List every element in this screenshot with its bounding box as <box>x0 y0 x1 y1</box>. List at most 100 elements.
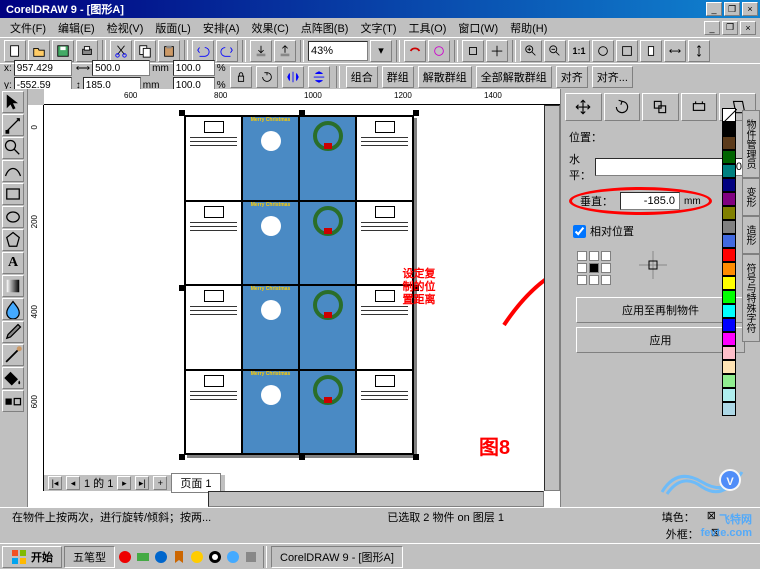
snap-button[interactable] <box>462 40 484 62</box>
color-swatch[interactable] <box>722 164 736 178</box>
copy-button[interactable] <box>134 40 156 62</box>
color-swatch[interactable] <box>722 206 736 220</box>
fill-tool[interactable] <box>2 367 24 389</box>
width-field[interactable] <box>92 60 150 76</box>
scale-tab[interactable] <box>642 93 679 121</box>
interactive-fill-tool[interactable] <box>2 275 24 297</box>
vtab-object-manager[interactable]: 物件管理员 <box>742 110 760 178</box>
tray-icon[interactable] <box>153 549 169 565</box>
color-swatch[interactable] <box>722 374 736 388</box>
doc-close-button[interactable]: × <box>740 21 756 35</box>
new-button[interactable] <box>4 40 26 62</box>
mirror-v-button[interactable] <box>308 66 330 88</box>
interactive-tool[interactable] <box>2 390 24 412</box>
ellipse-tool[interactable] <box>2 206 24 228</box>
group-button[interactable]: 群组 <box>382 66 414 88</box>
menu-view[interactable]: 检视(V) <box>101 18 150 38</box>
start-button[interactable]: 开始 <box>2 546 62 568</box>
canvas[interactable]: Merry Christmas Merry Christmas Merry Ch… <box>44 105 544 475</box>
color-swatch[interactable] <box>722 122 736 136</box>
x-field[interactable] <box>14 60 72 76</box>
vtab-transform[interactable]: 变形 <box>742 178 760 216</box>
color-swatch[interactable] <box>722 318 736 332</box>
v-position-field[interactable] <box>620 192 680 210</box>
zoom-all-button[interactable] <box>616 40 638 62</box>
color-swatch[interactable] <box>722 388 736 402</box>
corel-online-button[interactable] <box>428 40 450 62</box>
apply-button[interactable]: 应用 <box>576 327 744 353</box>
combine-button[interactable]: 组合 <box>346 66 378 88</box>
color-swatch[interactable] <box>722 262 736 276</box>
rectangle-tool[interactable] <box>2 183 24 205</box>
doc-minimize-button[interactable]: _ <box>704 21 720 35</box>
prev-page-button[interactable]: ◂ <box>66 476 80 490</box>
taskbar-app-button[interactable]: CorelDRAW 9 - [图形A] <box>271 546 403 568</box>
cut-button[interactable] <box>110 40 132 62</box>
vtab-symbols[interactable]: 符号与特殊字符 <box>742 254 760 342</box>
doc-restore-button[interactable]: ❐ <box>722 21 738 35</box>
color-swatch[interactable] <box>722 136 736 150</box>
scale-x-field[interactable] <box>173 60 215 76</box>
eyedropper-tool[interactable] <box>2 321 24 343</box>
tray-icon[interactable] <box>117 549 133 565</box>
save-button[interactable] <box>52 40 74 62</box>
close-button[interactable]: × <box>742 2 758 16</box>
color-swatch[interactable] <box>722 178 736 192</box>
vtab-shaping[interactable]: 造形 <box>742 216 760 254</box>
add-page-button[interactable]: + <box>153 476 167 490</box>
zoom-11-button[interactable]: 1:1 <box>568 40 590 62</box>
export-button[interactable] <box>274 40 296 62</box>
color-swatch[interactable] <box>722 220 736 234</box>
color-swatch[interactable] <box>722 290 736 304</box>
menu-layout[interactable]: 版面(L) <box>149 18 196 38</box>
restore-button[interactable]: ❐ <box>724 2 740 16</box>
mirror-h-button[interactable] <box>282 66 304 88</box>
horizontal-scrollbar[interactable] <box>208 491 544 507</box>
outline-tool[interactable] <box>2 344 24 366</box>
tray-icon[interactable] <box>207 549 223 565</box>
menu-arrange[interactable]: 安排(A) <box>197 18 246 38</box>
lock-ratio-button[interactable] <box>230 66 252 88</box>
color-swatch[interactable] <box>722 304 736 318</box>
zoom-combo[interactable] <box>308 41 368 61</box>
freehand-tool[interactable] <box>2 160 24 182</box>
color-swatch[interactable] <box>722 150 736 164</box>
ungroup-button[interactable]: 解散群组 <box>418 66 472 88</box>
position-tab[interactable] <box>565 93 602 121</box>
color-swatch[interactable] <box>722 346 736 360</box>
menu-window[interactable]: 窗口(W) <box>452 18 504 38</box>
menu-text[interactable]: 文字(T) <box>354 18 402 38</box>
color-swatch[interactable] <box>722 402 736 416</box>
zoom-sel-button[interactable] <box>592 40 614 62</box>
page-artwork[interactable]: Merry Christmas Merry Christmas Merry Ch… <box>184 115 414 455</box>
color-swatch[interactable] <box>722 276 736 290</box>
next-page-button[interactable]: ▸ <box>117 476 131 490</box>
ruler-vertical[interactable]: 0 200 400 600 <box>28 105 44 491</box>
open-button[interactable] <box>28 40 50 62</box>
print-button[interactable] <box>76 40 98 62</box>
menu-help[interactable]: 帮助(H) <box>504 18 553 38</box>
color-swatch[interactable] <box>722 360 736 374</box>
no-color-swatch[interactable] <box>722 108 736 122</box>
minimize-button[interactable]: _ <box>706 2 722 16</box>
zoom-dropdown-icon[interactable]: ▾ <box>370 40 392 62</box>
menu-bitmap[interactable]: 点阵图(B) <box>295 18 355 38</box>
last-page-button[interactable]: ▸| <box>135 476 149 490</box>
undo-button[interactable] <box>192 40 214 62</box>
align-button[interactable]: 对齐 <box>556 66 588 88</box>
tray-icon[interactable] <box>171 549 187 565</box>
menu-effects[interactable]: 效果(C) <box>246 18 295 38</box>
color-swatch[interactable] <box>722 192 736 206</box>
zoom-in-button[interactable] <box>520 40 542 62</box>
shape-tool[interactable] <box>2 114 24 136</box>
script-button[interactable] <box>404 40 426 62</box>
apply-duplicate-button[interactable]: 应用至再制物件 <box>576 297 744 323</box>
zoom-width-button[interactable] <box>664 40 686 62</box>
tray-icon[interactable] <box>189 549 205 565</box>
color-swatch[interactable] <box>722 234 736 248</box>
ime-button[interactable]: 五笔型 <box>64 546 115 568</box>
rotate-field-icon[interactable] <box>256 66 278 88</box>
ruler-origin[interactable] <box>28 89 44 105</box>
zoom-out-button[interactable] <box>544 40 566 62</box>
color-swatch[interactable] <box>722 332 736 346</box>
